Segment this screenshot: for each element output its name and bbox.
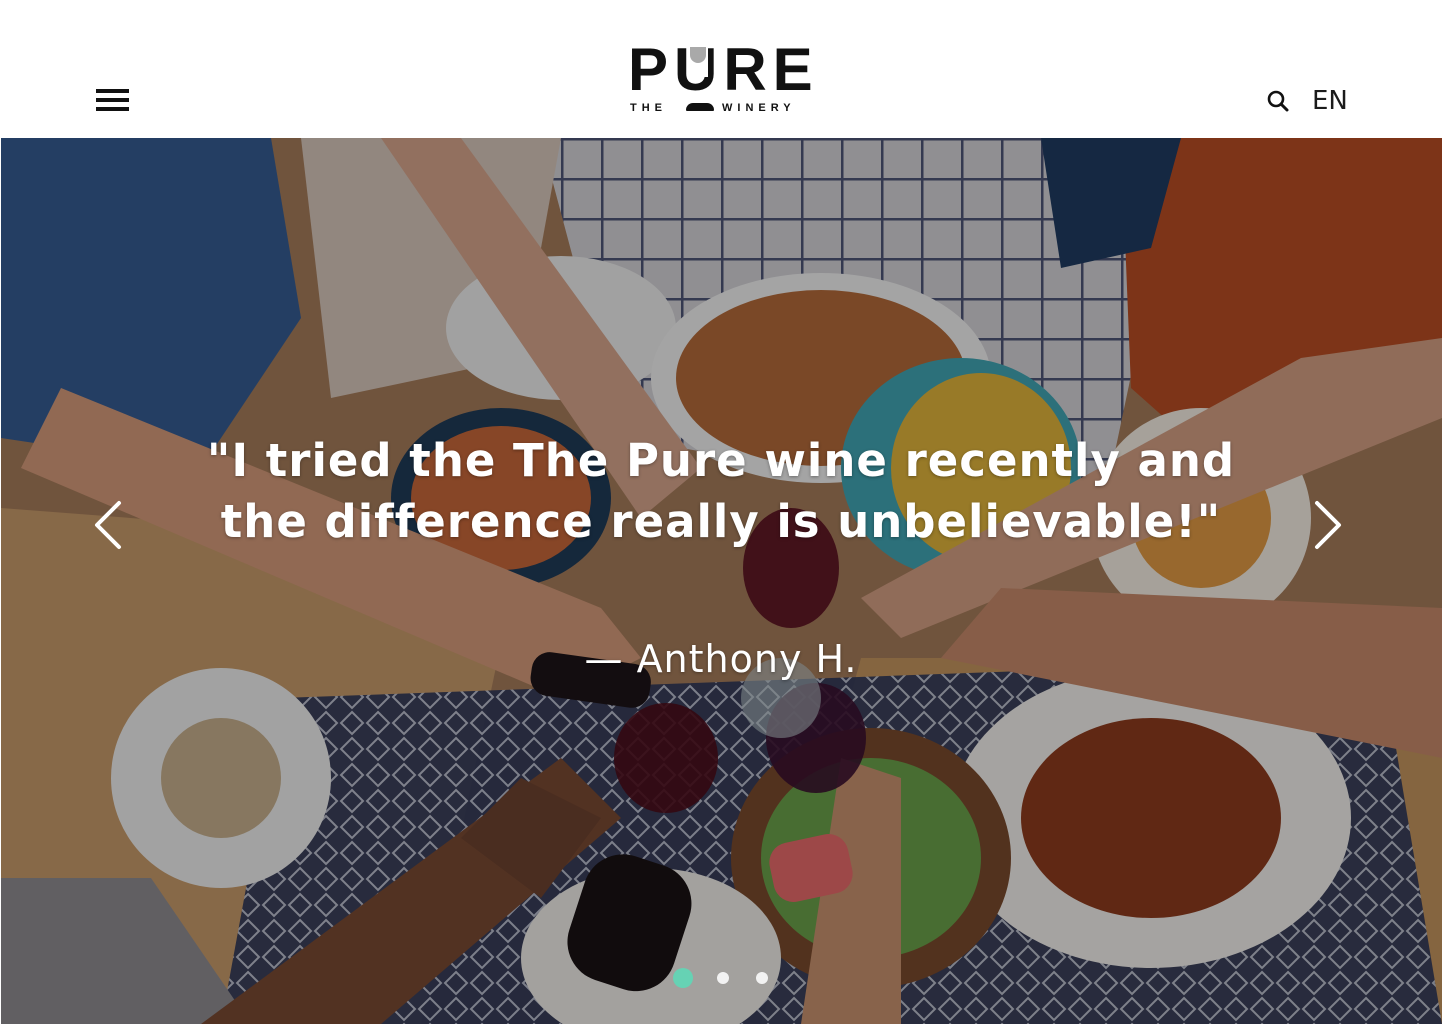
language-selector[interactable]: EN [1312,84,1348,118]
pure-winery-logo[interactable]: PURE THE WINERY [628,40,818,116]
chevron-right-icon[interactable] [1311,500,1345,550]
testimonial-author: — Anthony H. [584,637,858,681]
site-header: PURE THE WINERY EN [0,0,1442,138]
slide-dot-1[interactable] [673,968,693,988]
logo-word: PURE [628,36,819,103]
slide-dot-3[interactable] [756,972,768,984]
testimonial-slider: "I tried the The Pure wine recently and … [1,138,1442,1024]
hamburger-menu-icon[interactable] [96,89,129,113]
chevron-left-icon[interactable] [91,500,125,550]
logo-winery: WINERY [722,102,796,114]
logo-the: THE [630,102,667,114]
logo-bowl-icon [686,103,714,111]
slider-pagination [671,968,781,988]
testimonial-quote: "I tried the The Pure wine recently and … [206,434,1236,548]
search-icon[interactable] [1266,89,1290,113]
wine-glass-icon [688,47,708,77]
hero-dark-overlay [1,138,1442,1024]
slide-dot-2[interactable] [717,972,729,984]
